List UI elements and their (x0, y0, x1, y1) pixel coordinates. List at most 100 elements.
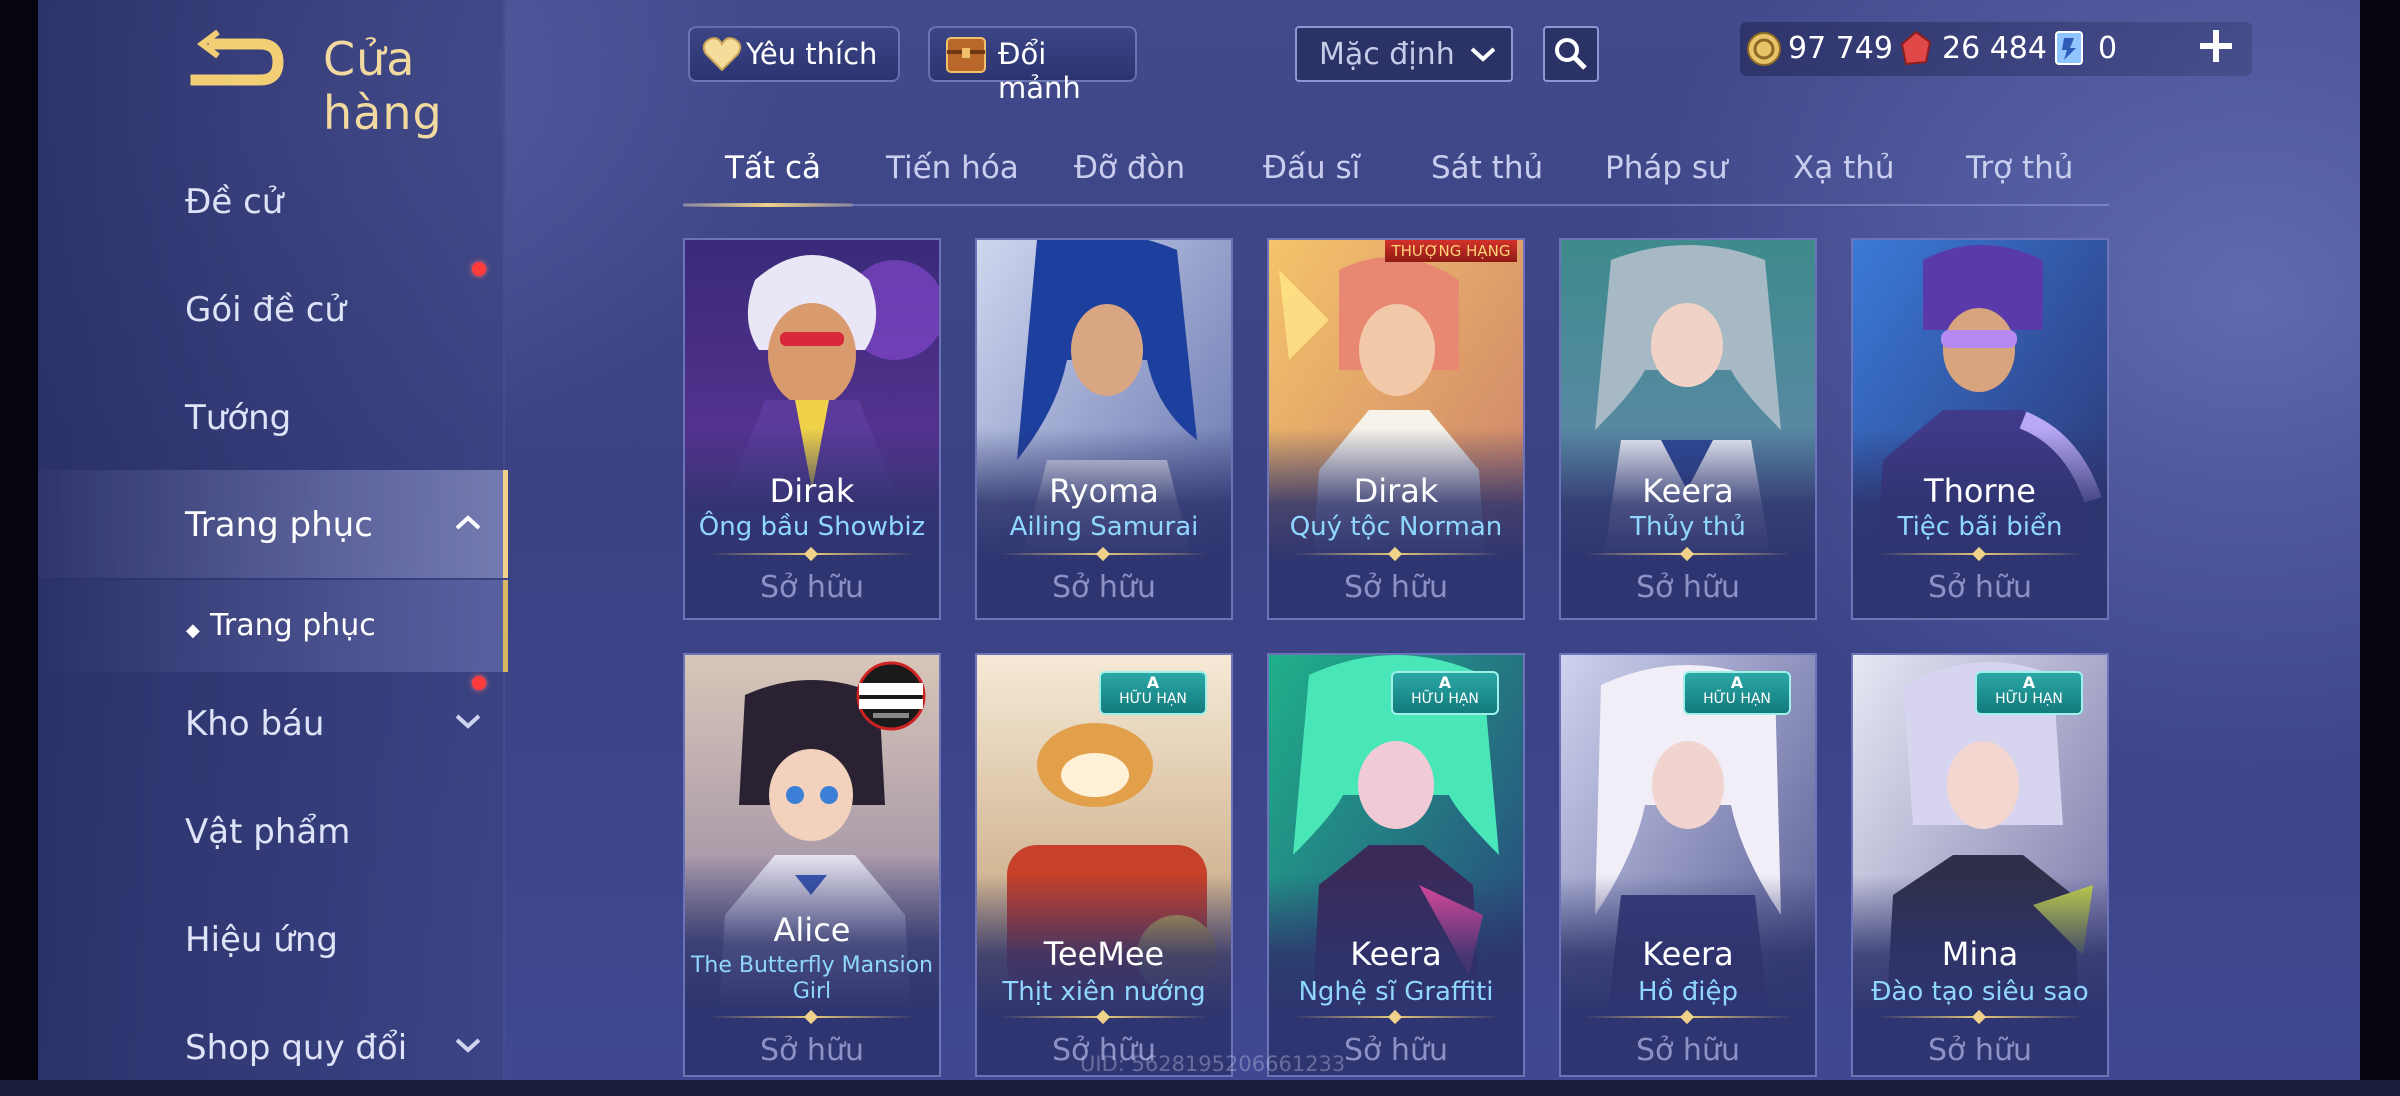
hero-name: Alice (773, 911, 851, 949)
bullet-icon: ◆ (186, 620, 200, 641)
chevron-up-icon (455, 515, 481, 530)
sidebar-item-heroes[interactable]: Tướng (38, 366, 503, 466)
hero-name: Keera (1642, 472, 1734, 510)
sidebar-item-recommended-packs[interactable]: Gói đề cử (38, 258, 503, 358)
skin-name: Thủy thủ (1630, 512, 1746, 542)
notification-dot (472, 676, 486, 690)
notification-dot (472, 262, 486, 276)
owned-status: Sở hữu (760, 570, 864, 605)
owned-status: Sở hữu (760, 1033, 864, 1068)
sidebar-subitem-skins[interactable]: ◆ Trang phục (38, 580, 508, 672)
limited-badge: A HỮU HẠN (1683, 671, 1791, 715)
demon-slayer-collab-logo (856, 661, 926, 731)
limited-badge: A HỮU HẠN (1099, 671, 1207, 715)
gold-amount: 97 749 (1788, 31, 1893, 66)
shop-screen: Cửa hàng Đề cử Gói đề cử Tướng Trang phụ… (0, 0, 2400, 1080)
left-letterbox (0, 0, 38, 1080)
hero-name: Thorne (1924, 472, 2036, 510)
skin-card[interactable]: Ryoma Ailing Samurai Sở hữu (975, 238, 1233, 620)
badge-text: HỮU HẠN (1119, 691, 1187, 707)
owned-status: Sở hữu (1636, 570, 1740, 605)
category-tabs: Tất cả Tiến hóa Đỡ đòn Đấu sĩ Sát thủ Ph… (683, 142, 2109, 207)
owned-status: Sở hữu (1052, 570, 1156, 605)
skin-name: Quý tộc Norman (1289, 512, 1503, 542)
sidebar-item-label: Shop quy đổi (185, 1028, 408, 1068)
sidebar-item-recommended[interactable]: Đề cử (38, 150, 503, 250)
sidebar-item-exchange-shop[interactable]: Shop quy đổi (38, 996, 503, 1096)
sidebar-item-label: Kho báu (185, 704, 325, 744)
hero-name: Keera (1642, 935, 1734, 973)
skin-card[interactable]: A HỮU HẠN Keera Hồ điệp Sở hữu (1559, 653, 1817, 1077)
hero-name: Ryoma (1049, 472, 1159, 510)
active-tab-indicator (683, 203, 853, 207)
right-letterbox (2360, 0, 2400, 1080)
favorite-label: Yêu thích (746, 37, 878, 71)
chevron-down-icon (455, 714, 481, 729)
search-button[interactable] (1543, 26, 1599, 82)
owned-status: Sở hữu (1928, 1033, 2032, 1068)
hero-name: Mina (1941, 935, 2019, 973)
skin-card[interactable]: Thorne Tiệc bãi biển Sở hữu (1851, 238, 2109, 620)
gem-amount: 26 484 (1942, 31, 2047, 66)
exchange-label: Đổi mảnh (998, 37, 1081, 105)
owned-status: Sở hữu (1928, 570, 2032, 605)
tab-marksman[interactable]: Xạ thủ (1793, 150, 1895, 186)
skin-card[interactable]: Dirak Ông bầu Showbiz Sở hữu (683, 238, 941, 620)
sidebar-item-label: Vật phẩm (185, 812, 351, 852)
favorite-button[interactable]: Yêu thích (688, 26, 900, 82)
tab-assassin[interactable]: Sát thủ (1431, 150, 1543, 186)
currency-bar: 97 749 26 484 0 (1740, 22, 2252, 76)
badge-text: HỮU HẠN (1411, 691, 1479, 707)
skin-card[interactable]: Alice The Butterfly Mansion Girl Sở hữu (683, 653, 941, 1077)
exchange-shards-button[interactable]: Đổi mảnh (928, 26, 1137, 105)
badge-text: HỮU HẠN (1703, 691, 1771, 707)
skin-name: Ailing Samurai (1009, 512, 1199, 542)
sidebar-item-effects[interactable]: Hiệu ứng (38, 888, 503, 988)
sidebar-item-treasure[interactable]: Kho báu (38, 672, 503, 772)
limited-badge: A HỮU HẠN (1975, 671, 2083, 715)
sort-dropdown[interactable]: Mặc định (1295, 26, 1513, 82)
badge-rank: A (1438, 673, 1452, 692)
limited-badge: A HỮU HẠN (1391, 671, 1499, 715)
tab-evolution[interactable]: Tiến hóa (886, 150, 1019, 186)
sidebar-item-label: Gói đề cử (185, 290, 346, 330)
voucher-amount: 0 (2098, 31, 2118, 66)
sort-value: Mặc định (1319, 37, 1455, 72)
gold-coin-icon (1747, 32, 1781, 66)
sidebar-item-items[interactable]: Vật phẩm (38, 780, 503, 880)
premium-ribbon: THƯỢNG HẠNG (1385, 240, 1517, 262)
add-currency-button[interactable] (2196, 26, 2236, 66)
hero-name: Dirak (769, 472, 855, 510)
tab-support[interactable]: Trợ thủ (1966, 150, 2073, 186)
skin-card[interactable]: A HỮU HẠN Keera Nghệ sĩ Graffiti Sở hữu (1267, 653, 1525, 1077)
heart-icon (702, 37, 742, 72)
skin-card[interactable]: A HỮU HẠN TeeMee Thịt xiên nướng Sở hữu (975, 653, 1233, 1077)
tab-all[interactable]: Tất cả (725, 150, 821, 186)
search-icon (1555, 38, 1587, 70)
skin-name: Thịt xiên nướng (1002, 977, 1206, 1007)
back-arrow-icon[interactable] (188, 28, 288, 90)
sidebar-item-label: Đề cử (185, 182, 284, 222)
sidebar-item-label: Trang phục (210, 608, 376, 643)
skin-card[interactable]: A HỮU HẠN Mina Đào tạo siêu sao Sở hữu (1851, 653, 2109, 1077)
gem-icon (1900, 30, 1932, 66)
skin-card[interactable]: Keera Thủy thủ Sở hữu (1559, 238, 1817, 620)
badge-rank: A (1146, 673, 1160, 692)
skin-name: Đào tạo siêu sao (1871, 977, 2089, 1007)
sidebar: Cửa hàng Đề cử Gói đề cử Tướng Trang phụ… (38, 0, 508, 1080)
skin-card[interactable]: THƯỢNG HẠNG Dirak Quý tộc Norman Sở hữu (1267, 238, 1525, 620)
user-id: UID: 5628195206661233 (1080, 1052, 1346, 1076)
badge-text: HỮU HẠN (1995, 691, 2063, 707)
treasure-chest-icon (946, 37, 986, 73)
skin-name: Nghệ sĩ Graffiti (1298, 977, 1494, 1007)
skin-name: Hồ điệp (1638, 977, 1738, 1007)
skin-name: Ông bầu Showbiz (698, 512, 926, 542)
sidebar-item-label: Hiệu ứng (185, 920, 338, 960)
sidebar-item-skins[interactable]: Trang phục (38, 470, 508, 578)
hero-name: Keera (1350, 935, 1442, 973)
tab-fighter[interactable]: Đấu sĩ (1263, 150, 1360, 186)
voucher-icon (2055, 31, 2083, 65)
tab-tank[interactable]: Đỡ đòn (1074, 150, 1185, 186)
tab-mage[interactable]: Pháp sư (1605, 150, 1728, 186)
skin-name: Tiệc bãi biển (1897, 512, 2063, 542)
